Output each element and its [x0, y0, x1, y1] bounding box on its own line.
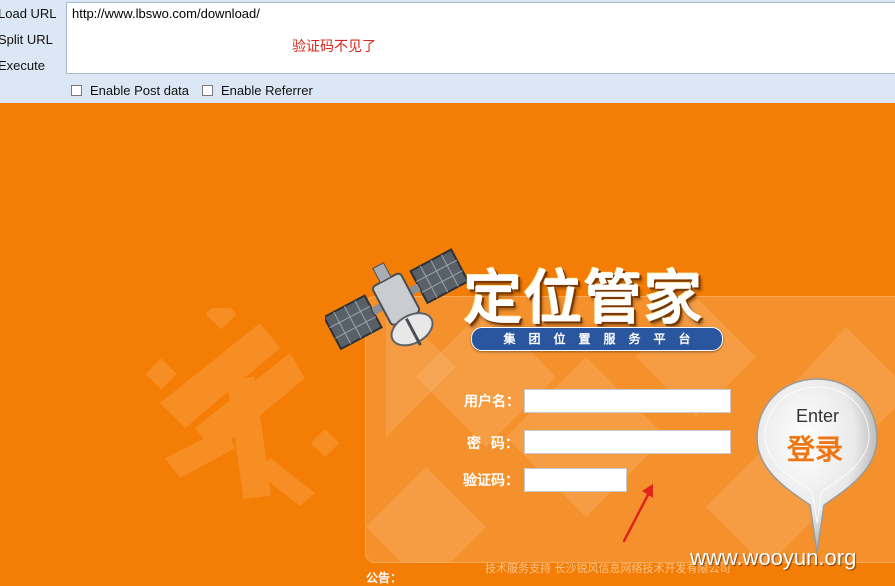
- enable-post-data-checkbox[interactable]: Enable Post data: [71, 82, 189, 98]
- checkbox-box[interactable]: [71, 84, 82, 96]
- login-page: 定位管家 集团位置服务平台 用户名： 密 码： 验证码： Enter 登录 技术…: [0, 103, 895, 586]
- enable-referrer-label: Enable Referrer: [221, 82, 313, 98]
- brand-title: 定位管家: [464, 264, 705, 332]
- slogan-bar: 集团位置服务平台: [471, 327, 723, 351]
- satellite-icon: [325, 248, 470, 351]
- captcha-label: 验证码：: [463, 473, 519, 489]
- execute-button[interactable]: Execute: [0, 55, 62, 77]
- enable-post-data-label: Enable Post data: [90, 82, 190, 98]
- login-label: 登录: [787, 433, 844, 466]
- url-value: http://www.lbswo.com/download/: [72, 6, 260, 21]
- hackbar-toolbar: Load URL Split URL Execute http://www.lb…: [0, 0, 895, 104]
- password-input[interactable]: [524, 430, 731, 454]
- load-url-button[interactable]: Load URL: [0, 3, 62, 25]
- username-input[interactable]: [524, 389, 731, 413]
- background-logo-icon: [145, 308, 340, 506]
- slogan-text: 集团位置服务平台: [503, 332, 704, 346]
- load-url-label: Load URL: [0, 6, 57, 21]
- enter-label: Enter: [796, 406, 840, 426]
- enable-referrer-checkbox[interactable]: Enable Referrer: [202, 82, 313, 98]
- checkbox-box[interactable]: [202, 84, 213, 96]
- red-arrow-icon: [622, 484, 653, 543]
- captcha-input[interactable]: [524, 468, 627, 492]
- split-url-label: Split URL: [0, 32, 53, 47]
- execute-label: Execute: [0, 58, 45, 73]
- password-label: 密 码：: [467, 436, 519, 452]
- watermark-text: www.wooyun.org: [690, 545, 857, 570]
- annotation-note: 验证码不见了: [292, 39, 376, 55]
- username-label: 用户名：: [464, 394, 520, 410]
- notice-label: 公告：: [366, 571, 403, 585]
- url-textarea[interactable]: http://www.lbswo.com/download/ 验证码不见了: [66, 2, 895, 74]
- map-pin-icon: [756, 378, 878, 554]
- split-url-button[interactable]: Split URL: [0, 29, 62, 51]
- login-button[interactable]: Enter 登录: [752, 373, 882, 563]
